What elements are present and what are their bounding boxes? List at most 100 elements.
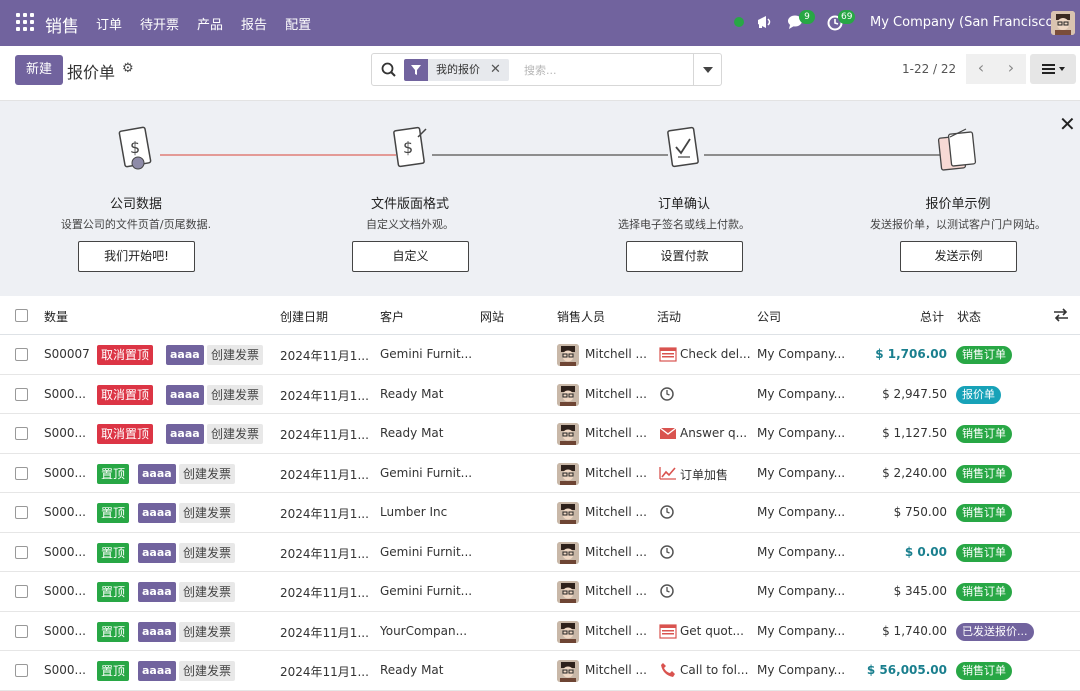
header-website[interactable]: 网站: [480, 308, 504, 325]
table-row[interactable]: S000... 置顶 aaaa 创建发票 2024年11月1... Lumber Inc M…: [0, 493, 1080, 533]
menu-item-configuration[interactable]: 配置: [285, 14, 311, 33]
table-row[interactable]: S000... 取消置顶 aaaa 创建发票 2024年11月1... Ready Mat…: [0, 414, 1080, 454]
trend-icon[interactable]: [659, 465, 677, 481]
row-checkbox[interactable]: [15, 466, 28, 480]
table-row[interactable]: S000... 取消置顶 aaaa 创建发票 2024年11月1... Ready Mat…: [0, 375, 1080, 414]
activity-summary[interactable]: Check del...: [680, 347, 752, 361]
row-checkbox[interactable]: [15, 387, 28, 401]
custom-tag-badge[interactable]: aaaa: [138, 582, 176, 602]
custom-tag-badge[interactable]: aaaa: [138, 503, 176, 523]
row-checkbox[interactable]: [15, 427, 28, 440]
header-company[interactable]: 公司: [757, 308, 781, 325]
header-status[interactable]: 状态: [957, 308, 981, 325]
row-checkbox[interactable]: [15, 545, 28, 559]
create-invoice-button[interactable]: 创建发票: [207, 345, 264, 365]
row-checkbox[interactable]: [15, 506, 28, 519]
custom-tag-badge[interactable]: aaaa: [138, 542, 176, 563]
create-invoice-button[interactable]: 创建发票: [207, 424, 264, 444]
megaphone-icon[interactable]: [756, 14, 774, 30]
view-switcher-button[interactable]: [1030, 54, 1076, 84]
custom-tag-badge[interactable]: aaaa: [138, 661, 176, 681]
gear-icon[interactable]: ⚙: [122, 61, 134, 76]
header-date[interactable]: 创建日期: [280, 308, 328, 325]
header-total[interactable]: 总计: [920, 308, 944, 325]
custom-tag-badge[interactable]: aaaa: [138, 621, 176, 642]
create-invoice-button[interactable]: 创建发票: [179, 661, 236, 681]
activity-summary[interactable]: Call to fol...: [680, 663, 752, 677]
pin-toggle-button[interactable]: 置顶: [97, 542, 130, 563]
calendar-icon[interactable]: [659, 623, 677, 639]
calendar-icon[interactable]: [659, 346, 677, 362]
activity-summary[interactable]: 订单加售: [680, 466, 752, 483]
custom-tag-badge[interactable]: aaaa: [166, 345, 204, 365]
row-checkbox[interactable]: [15, 348, 28, 361]
create-invoice-button[interactable]: 创建发票: [179, 542, 236, 563]
phone-icon[interactable]: [659, 662, 677, 678]
header-number[interactable]: 数量: [44, 308, 68, 325]
clock-icon[interactable]: [659, 386, 677, 402]
create-invoice-button[interactable]: 创建发票: [179, 503, 236, 523]
envelope-icon[interactable]: [659, 425, 677, 441]
search-dropdown-toggle[interactable]: [693, 54, 721, 85]
table-row[interactable]: S000... 置顶 aaaa 创建发票 2024年11月1... YourCompan.…: [0, 612, 1080, 651]
pin-toggle-button[interactable]: 置顶: [97, 661, 130, 681]
pager-previous-button[interactable]: ‹: [966, 54, 996, 84]
clock-icon[interactable]: [659, 583, 677, 599]
pin-toggle-button[interactable]: 置顶: [97, 503, 130, 523]
pin-toggle-button[interactable]: 置顶: [97, 621, 130, 642]
company-switcher[interactable]: My Company (San Francisco): [870, 15, 1058, 30]
lets-start-button[interactable]: 我们开始吧!: [78, 241, 195, 272]
menu-item-to-invoice[interactable]: 待开票: [140, 14, 179, 33]
select-all-checkbox[interactable]: [15, 309, 28, 322]
create-invoice-button[interactable]: 创建发票: [179, 463, 236, 484]
row-checkbox[interactable]: [15, 624, 28, 638]
menu-item-products[interactable]: 产品: [197, 14, 223, 33]
status-dot-icon[interactable]: [734, 17, 744, 27]
status-badge: 报价单: [956, 385, 1001, 404]
document-layout-icon: $: [393, 126, 427, 168]
pin-toggle-button[interactable]: 置顶: [97, 582, 130, 602]
pin-toggle-button[interactable]: 置顶: [97, 463, 130, 484]
user-avatar[interactable]: [1051, 11, 1075, 35]
send-sample-button[interactable]: 发送示例: [900, 241, 1017, 272]
clock-icon[interactable]: [659, 544, 677, 560]
activity-summary[interactable]: Answer q...: [680, 426, 752, 440]
custom-tag-badge[interactable]: aaaa: [138, 463, 176, 484]
pager-value[interactable]: 1-22 / 22: [902, 62, 956, 76]
row-checkbox[interactable]: [15, 664, 28, 677]
table-row[interactable]: S000... 置顶 aaaa 创建发票 2024年11月1... Gemini Furn…: [0, 454, 1080, 493]
apps-grid-icon[interactable]: [16, 13, 34, 31]
table-row[interactable]: S000... 置顶 aaaa 创建发票 2024年11月1... Gemini Furn…: [0, 572, 1080, 612]
custom-tag-badge[interactable]: aaaa: [166, 424, 204, 444]
pager-next-button[interactable]: ›: [996, 54, 1026, 84]
create-invoice-button[interactable]: 创建发票: [179, 582, 236, 602]
header-customer[interactable]: 客户: [380, 308, 404, 325]
customize-button[interactable]: 自定义: [352, 241, 469, 272]
company-name: My Company...: [757, 663, 846, 677]
setup-payment-button[interactable]: 设置付款: [626, 241, 743, 272]
app-name[interactable]: 销售: [45, 12, 79, 37]
create-invoice-button[interactable]: 创建发票: [179, 621, 236, 642]
new-button[interactable]: 新建: [15, 55, 63, 85]
create-invoice-button[interactable]: 创建发票: [207, 384, 264, 405]
search-icon[interactable]: [380, 61, 398, 79]
row-checkbox[interactable]: [15, 585, 28, 598]
clock-icon[interactable]: [659, 504, 677, 520]
pin-toggle-button[interactable]: 取消置顶: [97, 384, 154, 405]
activity-summary[interactable]: Get quot...: [680, 624, 752, 638]
custom-tag-badge[interactable]: aaaa: [166, 384, 204, 405]
table-row[interactable]: S00007 取消置顶 aaaa 创建发票 2024年11月1... Gemini Fur…: [0, 335, 1080, 375]
salesperson-name: Mitchell ...: [585, 544, 647, 559]
pin-toggle-button[interactable]: 取消置顶: [97, 424, 154, 444]
optional-columns-icon[interactable]: [1053, 308, 1069, 322]
header-activity[interactable]: 活动: [657, 308, 681, 325]
menu-item-reporting[interactable]: 报告: [241, 14, 267, 33]
facet-close-icon[interactable]: ✕: [488, 59, 509, 81]
search-input[interactable]: [522, 61, 682, 79]
pin-toggle-button[interactable]: 取消置顶: [97, 345, 154, 365]
table-row[interactable]: S000... 置顶 aaaa 创建发票 2024年11月1... Gemini Furn…: [0, 533, 1080, 572]
header-salesperson[interactable]: 销售人员: [557, 308, 605, 325]
menu-item-orders[interactable]: 订单: [96, 14, 122, 33]
step-description: 发送报价单，以测试客户门户网站。: [870, 218, 1046, 231]
table-row[interactable]: S000... 置顶 aaaa 创建发票 2024年11月1... Ready Mat Mi…: [0, 651, 1080, 691]
